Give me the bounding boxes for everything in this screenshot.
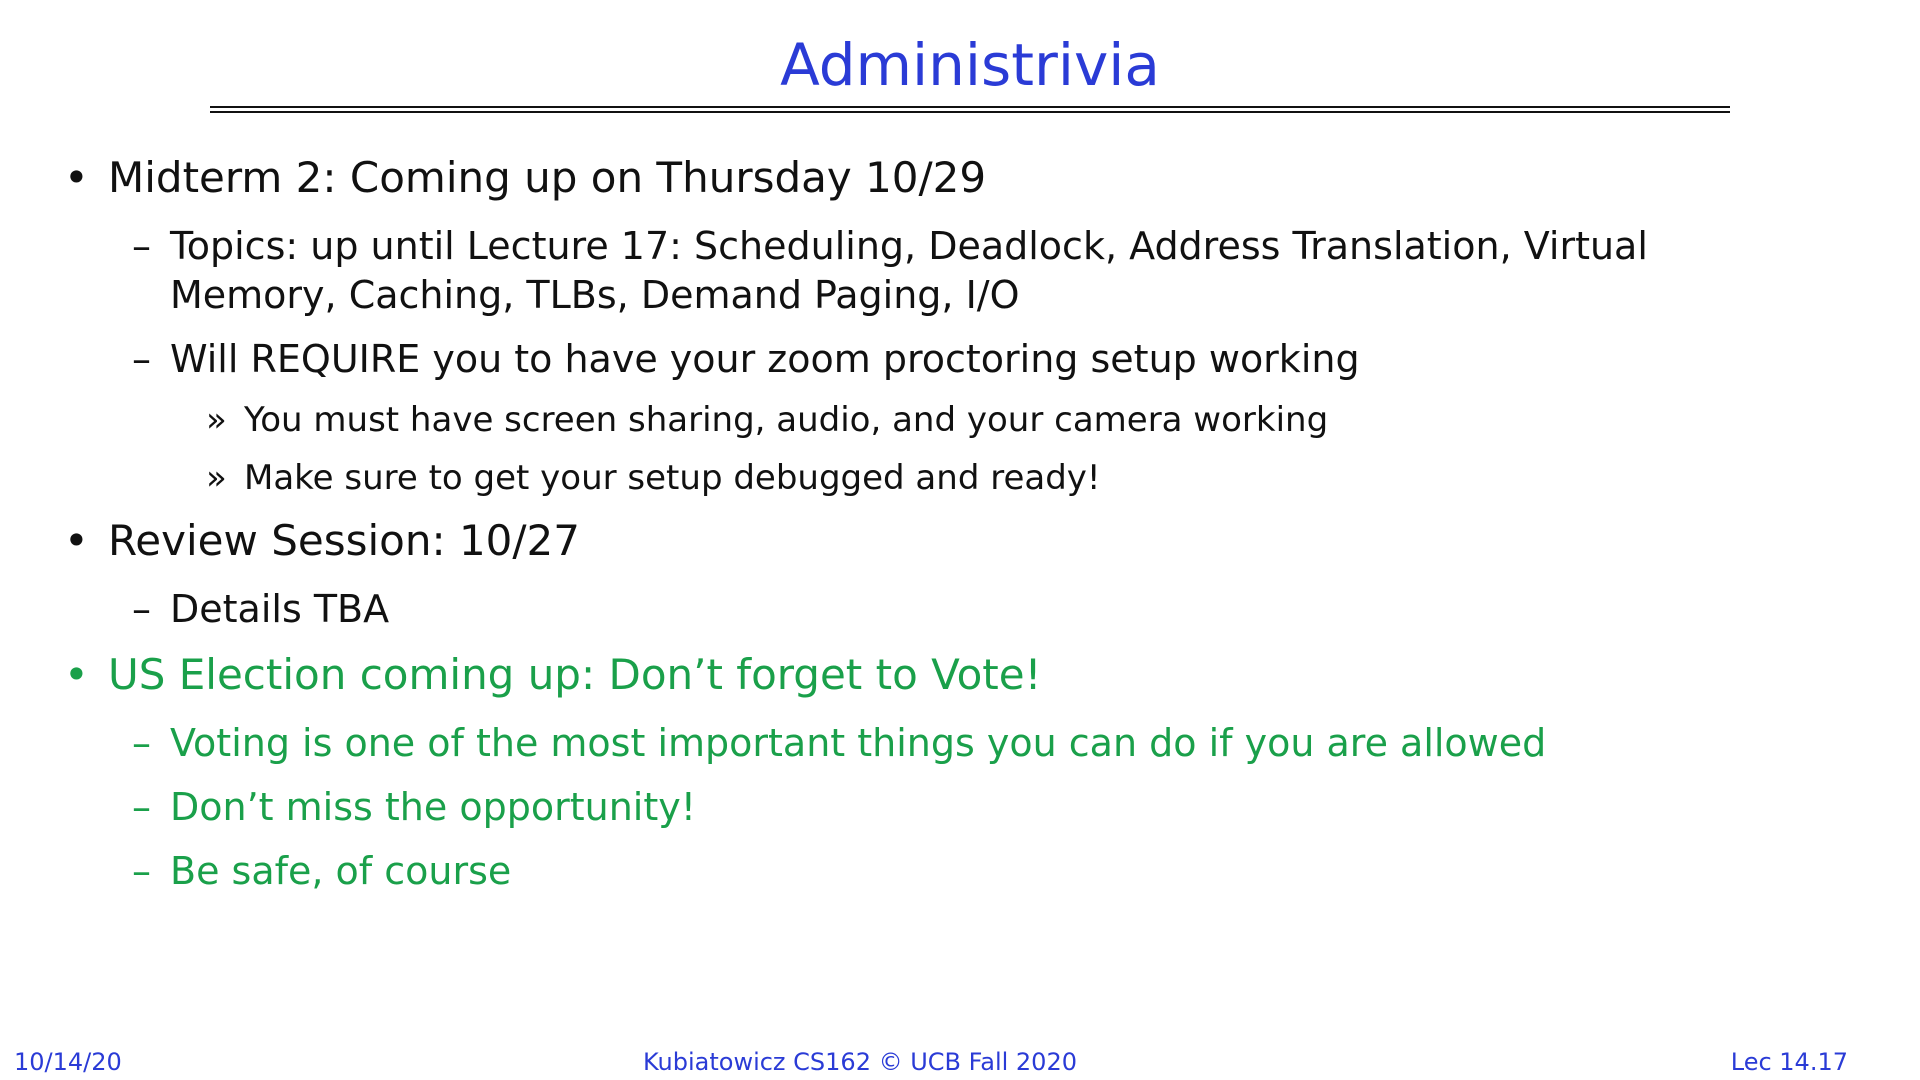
sub-sub-bullet-setup: » Make sure to get your setup debugged a…	[64, 456, 1704, 500]
dash-marker: –	[132, 785, 151, 829]
sub-sub-bullet-text: You must have screen sharing, audio, and…	[244, 400, 1329, 440]
bullet-text: Midterm 2: Coming up on Thursday 10/29	[108, 153, 987, 202]
title-rule-top	[210, 106, 1730, 108]
chevron-marker: »	[206, 458, 227, 498]
sub-bullet-be-safe: – Be safe, of course	[64, 847, 1704, 896]
bullet-marker: •	[64, 153, 89, 202]
sub-bullet-details: – Details TBA	[64, 585, 1704, 634]
sub-bullet-text: Be safe, of course	[170, 849, 512, 893]
sub-bullet-text: Details TBA	[170, 587, 390, 631]
slide: Administrivia • Midterm 2: Coming up on …	[0, 0, 1920, 1080]
footer-page-number: Lec 14.17	[1730, 1048, 1848, 1076]
bullet-review-session: • Review Session: 10/27	[64, 512, 1704, 570]
slide-title: Administrivia	[780, 31, 1160, 99]
sub-bullet-topics: – Topics: up until Lecture 17: Schedulin…	[64, 222, 1704, 320]
bullet-marker: •	[64, 516, 89, 565]
dash-marker: –	[132, 721, 151, 765]
sub-bullet-opportunity: – Don’t miss the opportunity!	[64, 783, 1704, 832]
sub-bullet-text: Voting is one of the most important thin…	[170, 721, 1547, 765]
dash-marker: –	[132, 587, 151, 631]
bullet-marker: •	[64, 650, 89, 699]
sub-sub-bullet-text: Make sure to get your setup debugged and…	[244, 458, 1101, 498]
dash-marker: –	[132, 224, 151, 268]
bullet-midterm: • Midterm 2: Coming up on Thursday 10/29	[64, 149, 1704, 207]
bullet-election: • US Election coming up: Don’t forget to…	[64, 646, 1704, 704]
dash-marker: –	[132, 849, 151, 893]
sub-bullet-require: – Will REQUIRE you to have your zoom pro…	[64, 335, 1704, 384]
slide-content: • Midterm 2: Coming up on Thursday 10/29…	[64, 145, 1704, 896]
sub-bullet-text: Don’t miss the opportunity!	[170, 785, 696, 829]
bullet-text: Review Session: 10/27	[108, 516, 580, 565]
dash-marker: –	[132, 337, 151, 381]
sub-bullet-text: Will REQUIRE you to have your zoom proct…	[170, 337, 1360, 381]
bullet-text: US Election coming up: Don’t forget to V…	[108, 650, 1042, 699]
title-rule-bottom	[210, 111, 1730, 113]
sub-bullet-text: Topics: up until Lecture 17: Scheduling,…	[170, 224, 1648, 317]
sub-bullet-voting: – Voting is one of the most important th…	[64, 719, 1704, 768]
footer-course: Kubiatowicz CS162 © UCB Fall 2020	[642, 1048, 1077, 1076]
sub-sub-bullet-screen-sharing: » You must have screen sharing, audio, a…	[64, 398, 1704, 442]
chevron-marker: »	[206, 400, 227, 440]
